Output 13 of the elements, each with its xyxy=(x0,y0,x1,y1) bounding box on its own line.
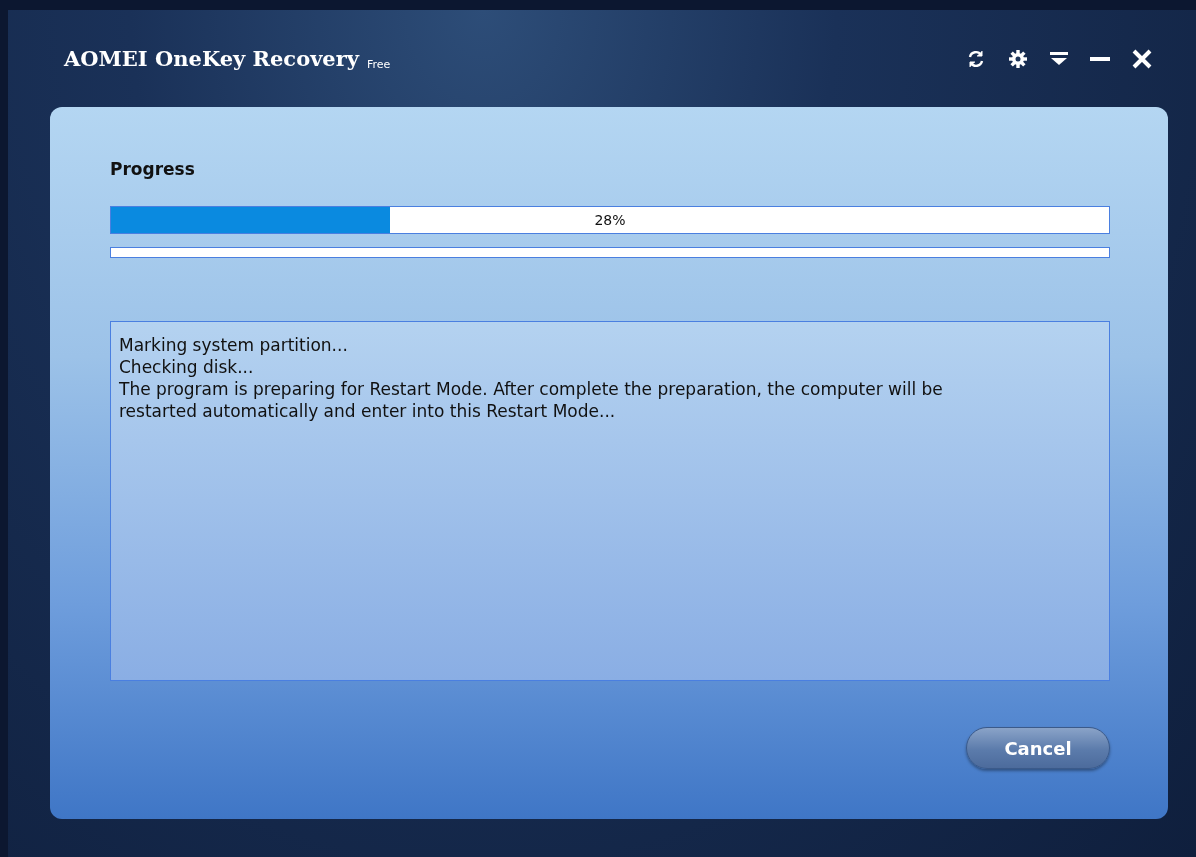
log-line: Checking disk... xyxy=(119,356,255,378)
window-title: AOMEI OneKey Recovery xyxy=(64,46,359,71)
menu-icon[interactable] xyxy=(1050,50,1068,67)
settings-icon[interactable] xyxy=(1008,48,1028,69)
progress-percent: 28% xyxy=(594,212,626,228)
log-line: Marking system partition... xyxy=(119,334,349,356)
minimize-icon[interactable] xyxy=(1090,55,1110,62)
progress-heading: Progress xyxy=(110,159,196,179)
cancel-button[interactable]: Cancel xyxy=(966,727,1110,769)
refresh-icon[interactable] xyxy=(966,48,986,69)
log-line: The program is preparing for Restart Mode. After complete the preparation, the computer will be restarted automatically and enter into this Restart Mode... xyxy=(119,378,944,422)
close-icon[interactable] xyxy=(1132,48,1152,69)
edition-label: Free xyxy=(367,58,391,71)
